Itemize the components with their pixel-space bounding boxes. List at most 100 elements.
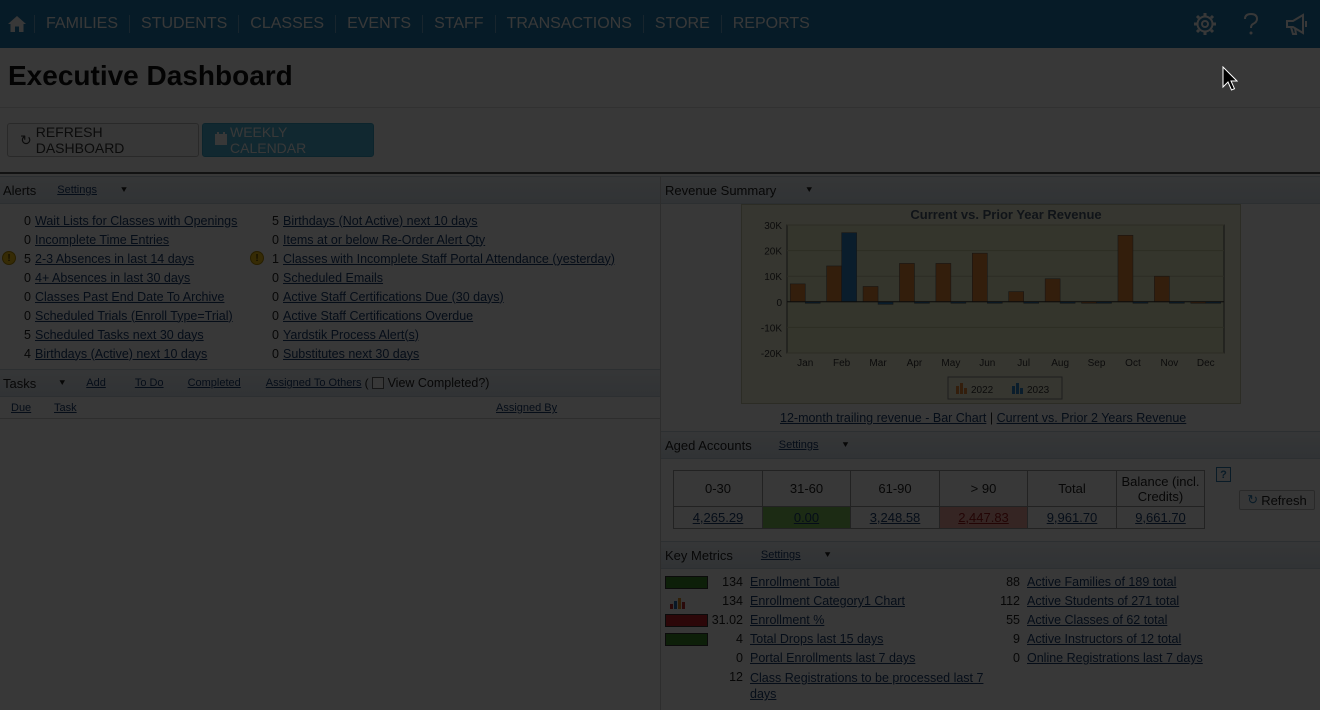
weekly-calendar-button[interactable]: WEEKLY CALENDAR bbox=[202, 123, 374, 157]
aged-value-balance-link[interactable]: 9,661.70 bbox=[1135, 510, 1186, 525]
alert-count: 0 bbox=[24, 270, 31, 285]
alert-link[interactable]: Yardstik Process Alert(s) bbox=[283, 328, 419, 342]
metric-link[interactable]: Total Drops last 15 days bbox=[750, 632, 883, 646]
alert-link[interactable]: 2-3 Absences in last 14 days bbox=[35, 252, 194, 266]
tasks-add-link[interactable]: Add bbox=[86, 377, 106, 389]
nav-right-icons bbox=[1182, 0, 1320, 48]
help-icon[interactable] bbox=[1228, 12, 1274, 36]
nav-events[interactable]: EVENTS bbox=[335, 15, 422, 33]
alert-count: 5 bbox=[272, 213, 279, 228]
alert-link[interactable]: 4+ Absences in last 30 days bbox=[35, 271, 190, 285]
alerts-settings-link[interactable]: Settings bbox=[57, 184, 97, 196]
alert-link[interactable]: Classes with Incomplete Staff Portal Att… bbox=[283, 252, 615, 266]
tasks-title: Tasks bbox=[3, 375, 37, 391]
aged-col-61-90: 61-90 bbox=[850, 470, 940, 507]
aged-settings-link[interactable]: Settings bbox=[779, 439, 819, 451]
metric-link[interactable]: Active Instructors of 12 total bbox=[1027, 632, 1181, 646]
nav-reports[interactable]: REPORTS bbox=[720, 15, 821, 33]
col-task[interactable]: Task bbox=[54, 402, 77, 414]
alert-link[interactable]: Substitutes next 30 days bbox=[283, 347, 419, 361]
collapse-chevron-icon[interactable]: ⯆ bbox=[824, 550, 832, 561]
megaphone-icon[interactable] bbox=[1274, 12, 1320, 36]
gear-icon[interactable] bbox=[1182, 12, 1228, 36]
nav-transactions[interactable]: TRANSACTIONS bbox=[494, 15, 643, 33]
collapse-chevron-icon[interactable]: ⯆ bbox=[805, 185, 813, 196]
metric-link[interactable]: Enrollment Category1 Chart bbox=[750, 594, 905, 608]
nav-store[interactable]: STORE bbox=[642, 15, 721, 33]
alert-link[interactable]: Birthdays (Not Active) next 10 days bbox=[283, 214, 478, 228]
link-separator: | bbox=[989, 411, 994, 425]
tasks-assigned-link[interactable]: Assigned To Others bbox=[266, 377, 362, 389]
nav-students[interactable]: STUDENTS bbox=[129, 15, 238, 33]
metric-item: 88 Active Families of 189 total bbox=[990, 575, 1176, 594]
view-completed-checkbox[interactable] bbox=[371, 377, 384, 389]
alert-item: 4 Birthdays (Active) next 10 days bbox=[19, 344, 207, 363]
aged-col-over-90: > 90 bbox=[939, 470, 1028, 507]
alert-link[interactable]: Scheduled Emails bbox=[283, 271, 383, 285]
alert-link[interactable]: Classes Past End Date To Archive bbox=[35, 290, 224, 304]
metric-link[interactable]: Portal Enrollments last 7 days bbox=[750, 651, 915, 665]
alert-item: 0 Scheduled Trials (Enroll Type=Trial) bbox=[19, 306, 233, 325]
metric-link[interactable]: Active Classes of 62 total bbox=[1027, 613, 1167, 627]
alert-link[interactable]: Incomplete Time Entries bbox=[35, 233, 169, 247]
metric-link[interactable]: Online Registrations last 7 days bbox=[1027, 651, 1203, 665]
nav-classes[interactable]: CLASSES bbox=[238, 15, 335, 33]
metric-link[interactable]: Class Registrations to be processed last… bbox=[750, 670, 985, 702]
legend-label: 2023 bbox=[1027, 385, 1050, 396]
aged-value-over-90-link[interactable]: 2,447.83 bbox=[958, 510, 1009, 525]
alerts-header: Alerts Settings ⯆ bbox=[0, 176, 660, 204]
tasks-completed-link[interactable]: Completed bbox=[188, 377, 241, 389]
metric-link[interactable]: Active Students of 271 total bbox=[1027, 594, 1179, 608]
refresh-dashboard-button[interactable]: ↻ REFRESH DASHBOARD bbox=[7, 123, 199, 157]
metric-link[interactable]: Enrollment % bbox=[750, 613, 824, 627]
alert-count: 0 bbox=[272, 270, 279, 285]
nav-families[interactable]: FAMILIES bbox=[34, 15, 129, 33]
metric-link[interactable]: Enrollment Total bbox=[750, 575, 839, 589]
collapse-chevron-icon[interactable]: ⯆ bbox=[120, 185, 128, 196]
metric-indicator bbox=[665, 671, 708, 684]
prior-years-revenue-link[interactable]: Current vs. Prior 2 Years Revenue bbox=[997, 411, 1187, 425]
metric-link[interactable]: Active Families of 189 total bbox=[1027, 575, 1176, 589]
metric-value: 88 bbox=[1006, 575, 1020, 589]
metric-value: 55 bbox=[1006, 613, 1020, 627]
bar-chart-icon[interactable] bbox=[665, 595, 708, 609]
metric-value: 112 bbox=[1000, 594, 1020, 608]
alert-item: 0 4+ Absences in last 30 days bbox=[19, 268, 190, 287]
aged-value-0-30-link[interactable]: 4,265.29 bbox=[693, 510, 744, 525]
aged-refresh-button[interactable]: ↻ Refresh bbox=[1239, 490, 1315, 510]
col-assigned-by[interactable]: Assigned By bbox=[496, 402, 557, 414]
refresh-icon: ↻ bbox=[20, 131, 32, 148]
alert-link[interactable]: Items at or below Re-Order Alert Qty bbox=[283, 233, 485, 247]
aged-help-icon[interactable]: ? bbox=[1216, 467, 1231, 482]
aged-value-total-link[interactable]: 9,961.70 bbox=[1047, 510, 1098, 525]
trailing-revenue-link[interactable]: 12-month trailing revenue - Bar Chart bbox=[780, 411, 986, 425]
aged-value-31-60-link[interactable]: 0.00 bbox=[794, 510, 819, 525]
alert-item: 0 Scheduled Emails bbox=[267, 268, 383, 287]
metric-indicator bbox=[665, 614, 708, 627]
alert-count: 0 bbox=[272, 289, 279, 304]
y-tick-label: 10K bbox=[764, 272, 782, 283]
legend-icon bbox=[1020, 388, 1023, 394]
alert-link[interactable]: Scheduled Tasks next 30 days bbox=[35, 328, 204, 342]
aged-col-0-30: 0-30 bbox=[673, 470, 763, 507]
collapse-chevron-icon[interactable]: ⯆ bbox=[841, 440, 849, 451]
alert-link[interactable]: Active Staff Certifications Overdue bbox=[283, 309, 473, 323]
x-tick-label: Jul bbox=[1017, 358, 1030, 369]
metrics-settings-link[interactable]: Settings bbox=[761, 549, 801, 561]
alert-link[interactable]: Wait Lists for Classes with Openings bbox=[35, 214, 237, 228]
aged-value-61-90-link[interactable]: 3,248.58 bbox=[870, 510, 921, 525]
tasks-todo-link[interactable]: To Do bbox=[135, 377, 164, 389]
home-icon[interactable] bbox=[0, 0, 34, 48]
y-tick-label: 20K bbox=[764, 247, 782, 258]
alert-link[interactable]: Scheduled Trials (Enroll Type=Trial) bbox=[35, 309, 233, 323]
key-metrics-header: Key Metrics Settings ⯆ bbox=[661, 541, 1320, 569]
top-navigation-bar: FAMILIES STUDENTS CLASSES EVENTS STAFF T… bbox=[0, 0, 1320, 48]
y-tick-label: -20K bbox=[761, 349, 782, 360]
collapse-chevron-icon[interactable]: ⯆ bbox=[58, 378, 66, 389]
legend-icon bbox=[960, 383, 963, 394]
col-due[interactable]: Due bbox=[11, 402, 31, 414]
revenue-chart: Current vs. Prior Year Revenue 30K 20K 10K 0… bbox=[741, 204, 1241, 404]
alert-link[interactable]: Birthdays (Active) next 10 days bbox=[35, 347, 207, 361]
alert-link[interactable]: Active Staff Certifications Due (30 days… bbox=[283, 290, 504, 304]
nav-staff[interactable]: STAFF bbox=[422, 15, 494, 33]
